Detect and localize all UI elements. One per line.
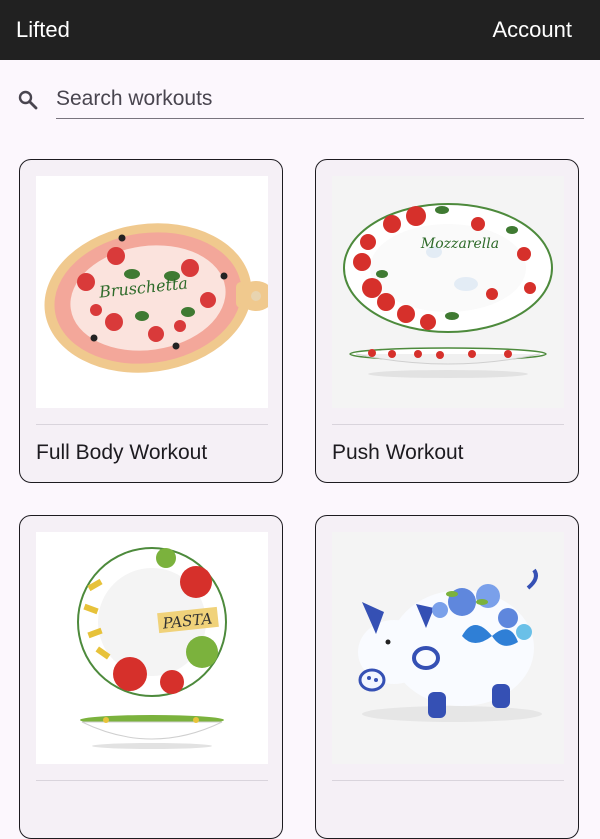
workout-card-label: Push Workout [332,441,464,464]
app-bar: Lifted Account [0,0,600,60]
workout-card-push[interactable]: Mozzarella Push Workout [315,159,579,483]
search-icon[interactable] [16,88,40,112]
bruschetta-plate-image: Bruschetta [36,176,268,408]
ceramic-pig-image [332,532,564,764]
card-divider [36,780,268,781]
mozzarella-platter-image: Mozzarella [332,176,564,408]
mozzarella-text: Mozzarella [420,236,499,252]
workout-card-4[interactable] [315,515,579,839]
app-title: Lifted [16,17,70,42]
workout-card-label: Full Body Workout [36,441,208,464]
account-button[interactable]: Account [493,17,573,43]
pasta-bowl-image: PASTA [36,532,268,764]
search-bar [16,76,584,124]
card-divider [36,424,268,425]
workout-card-full-body[interactable]: Bruschetta Full Body Workout [19,159,283,483]
search-input[interactable] [56,80,584,119]
card-divider [332,424,564,425]
workout-card-3[interactable]: PASTA [19,515,283,839]
card-divider [332,780,564,781]
